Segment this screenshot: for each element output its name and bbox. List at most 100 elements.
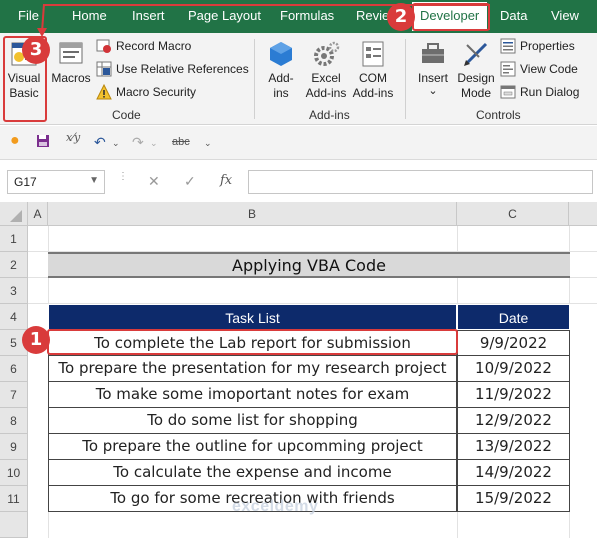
- row-header-8[interactable]: 8: [0, 408, 28, 434]
- undo-dropdown-icon[interactable]: ⌄: [112, 138, 120, 149]
- insert-control-button[interactable]: Insert ⌄: [414, 39, 452, 97]
- record-macro-button[interactable]: Record Macro: [96, 38, 191, 54]
- com-addins-button[interactable]: COM Add-ins: [350, 39, 396, 101]
- step1-badge: 1: [22, 326, 50, 354]
- design-mode-button[interactable]: Design Mode: [456, 39, 496, 101]
- warning-icon: [96, 84, 112, 100]
- column-header-d[interactable]: [569, 202, 597, 226]
- view-code-icon: [500, 61, 516, 77]
- properties-label: Properties: [520, 39, 575, 53]
- row-header-7[interactable]: 7: [0, 382, 28, 408]
- column-header-c[interactable]: C: [457, 202, 569, 226]
- relative-references-label: Use Relative References: [116, 62, 249, 76]
- addins-group-label: Add-ins: [309, 108, 350, 122]
- save-icon[interactable]: [36, 134, 50, 151]
- design-mode-label-1: Design: [457, 71, 495, 85]
- header-date: Date: [457, 304, 570, 330]
- select-all-icon: [10, 210, 22, 222]
- step3-badge: 3: [22, 36, 50, 64]
- row-header-2[interactable]: 2: [0, 252, 28, 278]
- relative-references-button[interactable]: Use Relative References: [96, 61, 249, 77]
- excel-addins-label-2: Add-ins: [305, 86, 347, 100]
- task-cell[interactable]: To make some imoportant notes for exam: [48, 382, 457, 408]
- com-addins-label-1: COM: [359, 71, 387, 85]
- controls-group-label: Controls: [476, 108, 521, 122]
- com-addins-icon: [362, 41, 384, 67]
- excel-addins-button[interactable]: Excel Add-ins: [302, 39, 350, 101]
- task-cell[interactable]: To calculate the expense and income: [48, 460, 457, 486]
- step2-badge: 2: [387, 3, 415, 31]
- view-code-label: View Code: [520, 62, 578, 76]
- task-cell[interactable]: To do some list for shopping: [48, 408, 457, 434]
- chevron-down-icon[interactable]: ▼: [89, 175, 99, 186]
- relative-references-icon: [96, 61, 112, 77]
- name-box[interactable]: G17 ▼: [7, 170, 105, 194]
- column-header-a[interactable]: A: [28, 202, 48, 226]
- chevron-down-icon: ⌄: [428, 85, 438, 97]
- insert-control-label: Insert: [417, 71, 448, 85]
- date-cell[interactable]: 12/9/2022: [457, 408, 570, 434]
- step1-highlight: [47, 329, 458, 355]
- select-all-corner[interactable]: [0, 202, 28, 226]
- redo-icon[interactable]: ↷: [132, 134, 144, 151]
- addins-icon: [270, 42, 292, 66]
- watermark: exceldemy: [232, 498, 319, 515]
- insert-function-icon[interactable]: fx: [220, 173, 232, 188]
- row-header-4[interactable]: 4: [0, 304, 28, 330]
- date-cell[interactable]: 11/9/2022: [457, 382, 570, 408]
- redo-dropdown-icon[interactable]: ⌄: [150, 138, 158, 149]
- formula-input[interactable]: [248, 170, 593, 194]
- run-dialog-button[interactable]: Run Dialog: [500, 84, 579, 100]
- group-separator: [254, 39, 255, 119]
- run-dialog-icon: [500, 85, 516, 99]
- sheet-title: Applying VBA Code: [48, 252, 570, 278]
- date-cell[interactable]: 9/9/2022: [457, 330, 570, 356]
- quick-access-toolbar: ● x⁄y ↶ ⌄ ↷ ⌄ abc ⌄: [0, 126, 597, 160]
- row-header-12[interactable]: [0, 512, 28, 538]
- task-cell[interactable]: To prepare the outline for upcomming pro…: [48, 434, 457, 460]
- macro-security-label: Macro Security: [116, 85, 197, 99]
- toolbox-icon: [422, 43, 444, 63]
- view-code-button[interactable]: View Code: [500, 61, 578, 77]
- strikethrough-icon[interactable]: abc: [172, 136, 190, 148]
- task-cell[interactable]: To prepare the presentation for my resea…: [48, 356, 457, 382]
- row-header-10[interactable]: 10: [0, 460, 28, 486]
- worksheet-grid: A B C 1 2 3 4 5 6 7 8 9 10 11 Applying V…: [0, 202, 597, 538]
- name-box-value: G17: [14, 175, 37, 189]
- properties-button[interactable]: Properties: [500, 38, 575, 54]
- design-mode-label-2: Mode: [460, 86, 492, 100]
- customize-qat-icon[interactable]: ⌄: [204, 138, 212, 149]
- com-addins-label-2: Add-ins: [352, 86, 394, 100]
- addins-button[interactable]: Add- ins: [264, 39, 298, 101]
- row-header-9[interactable]: 9: [0, 434, 28, 460]
- tab-view[interactable]: View: [551, 8, 579, 26]
- macros-label: Macros: [51, 71, 91, 85]
- date-cell[interactable]: 13/9/2022: [457, 434, 570, 460]
- macros-icon: [59, 42, 83, 64]
- macro-security-button[interactable]: Macro Security: [96, 84, 196, 100]
- column-header-b[interactable]: B: [48, 202, 457, 226]
- undo-icon[interactable]: ↶: [94, 134, 106, 151]
- code-group-label: Code: [112, 108, 141, 122]
- gear-icon: [314, 41, 340, 66]
- row-header-3[interactable]: 3: [0, 278, 28, 304]
- enter-icon[interactable]: ✓: [184, 173, 196, 190]
- ribbon-panel: Visual Basic Macros Record Macro Use Rel…: [0, 33, 597, 125]
- date-cell[interactable]: 14/9/2022: [457, 460, 570, 486]
- formula-bar: G17 ▼ ⋮ ✕ ✓ fx: [0, 164, 597, 202]
- header-task-list: Task List: [48, 304, 457, 330]
- more-options-icon[interactable]: ⋮: [118, 171, 128, 182]
- row-header-11[interactable]: 11: [0, 486, 28, 512]
- run-dialog-label: Run Dialog: [520, 85, 580, 99]
- row-header-1[interactable]: 1: [0, 226, 28, 252]
- row-header-6[interactable]: 6: [0, 356, 28, 382]
- autosave-dot-icon[interactable]: ●: [10, 132, 20, 150]
- cancel-icon[interactable]: ✕: [148, 173, 160, 190]
- design-mode-icon: [464, 42, 488, 66]
- formula-icon[interactable]: x⁄y: [66, 131, 80, 144]
- date-cell[interactable]: 15/9/2022: [457, 486, 570, 512]
- tab-data[interactable]: Data: [500, 8, 527, 26]
- record-macro-label: Record Macro: [116, 39, 192, 53]
- macros-button[interactable]: Macros: [50, 39, 92, 86]
- date-cell[interactable]: 10/9/2022: [457, 356, 570, 382]
